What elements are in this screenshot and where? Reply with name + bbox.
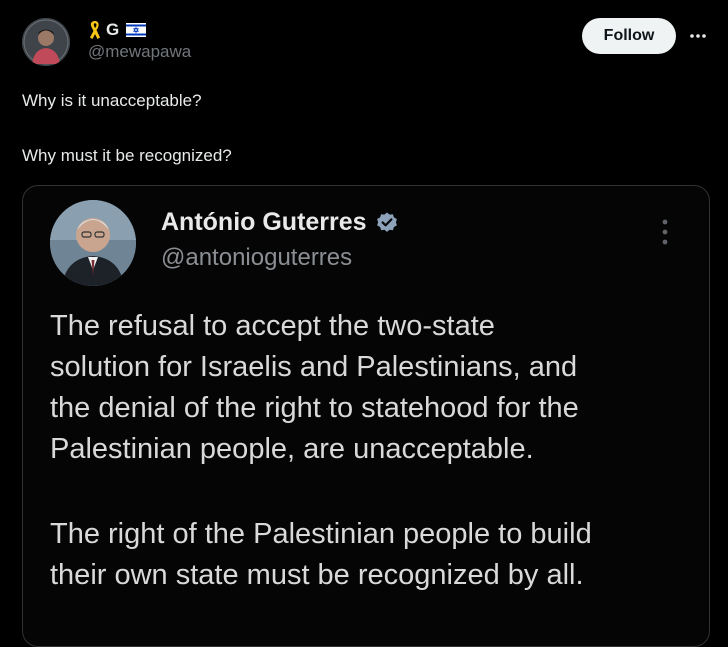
quoted-text-line: their own state must be recognized by al…: [50, 559, 584, 591]
author-name-row[interactable]: G: [88, 18, 146, 42]
tweet-text-line: Why must it be recognized?: [22, 146, 232, 165]
tweet: G @mewapawa Follow Why is it unacceptabl…: [0, 0, 728, 647]
quoted-text-line: Palestinian people, are unacceptable.: [50, 433, 534, 465]
quoted-paragraph-1: The refusal to accept the two-state solu…: [50, 306, 700, 470]
quoted-name-row: António Guterres: [161, 208, 399, 237]
quoted-text-line: The refusal to accept the two-state: [50, 310, 495, 342]
quoted-text-line: the denial of the right to statehood for…: [50, 392, 579, 424]
quoted-author-name: António Guterres: [161, 208, 367, 236]
follow-button[interactable]: Follow: [582, 18, 676, 54]
quoted-tweet-card[interactable]: António Guterres @antonioguterres The re…: [22, 185, 710, 647]
more-vertical-icon: [655, 216, 675, 250]
quoted-avatar-image: [50, 200, 136, 286]
yellow-ribbon-icon: [88, 20, 102, 40]
quoted-paragraph-2: The right of the Palestinian people to b…: [50, 514, 700, 596]
quoted-text-line: solution for Israelis and Palestinians, …: [50, 351, 578, 383]
quoted-text-line: The right of the Palestinian people to b…: [50, 518, 592, 550]
more-horizontal-icon[interactable]: [688, 26, 708, 46]
quoted-author-handle: @antonioguterres: [161, 244, 353, 271]
author-handle[interactable]: @mewapawa: [88, 42, 191, 62]
avatar-image: [22, 18, 70, 66]
israel-flag-icon: [125, 23, 146, 37]
tweet-text-line: Why is it unacceptable?: [22, 91, 202, 110]
author-display-name: G: [106, 20, 120, 39]
author-avatar[interactable]: [22, 18, 70, 66]
verified-badge-icon: [375, 211, 399, 235]
quoted-author-avatar: [50, 200, 136, 286]
